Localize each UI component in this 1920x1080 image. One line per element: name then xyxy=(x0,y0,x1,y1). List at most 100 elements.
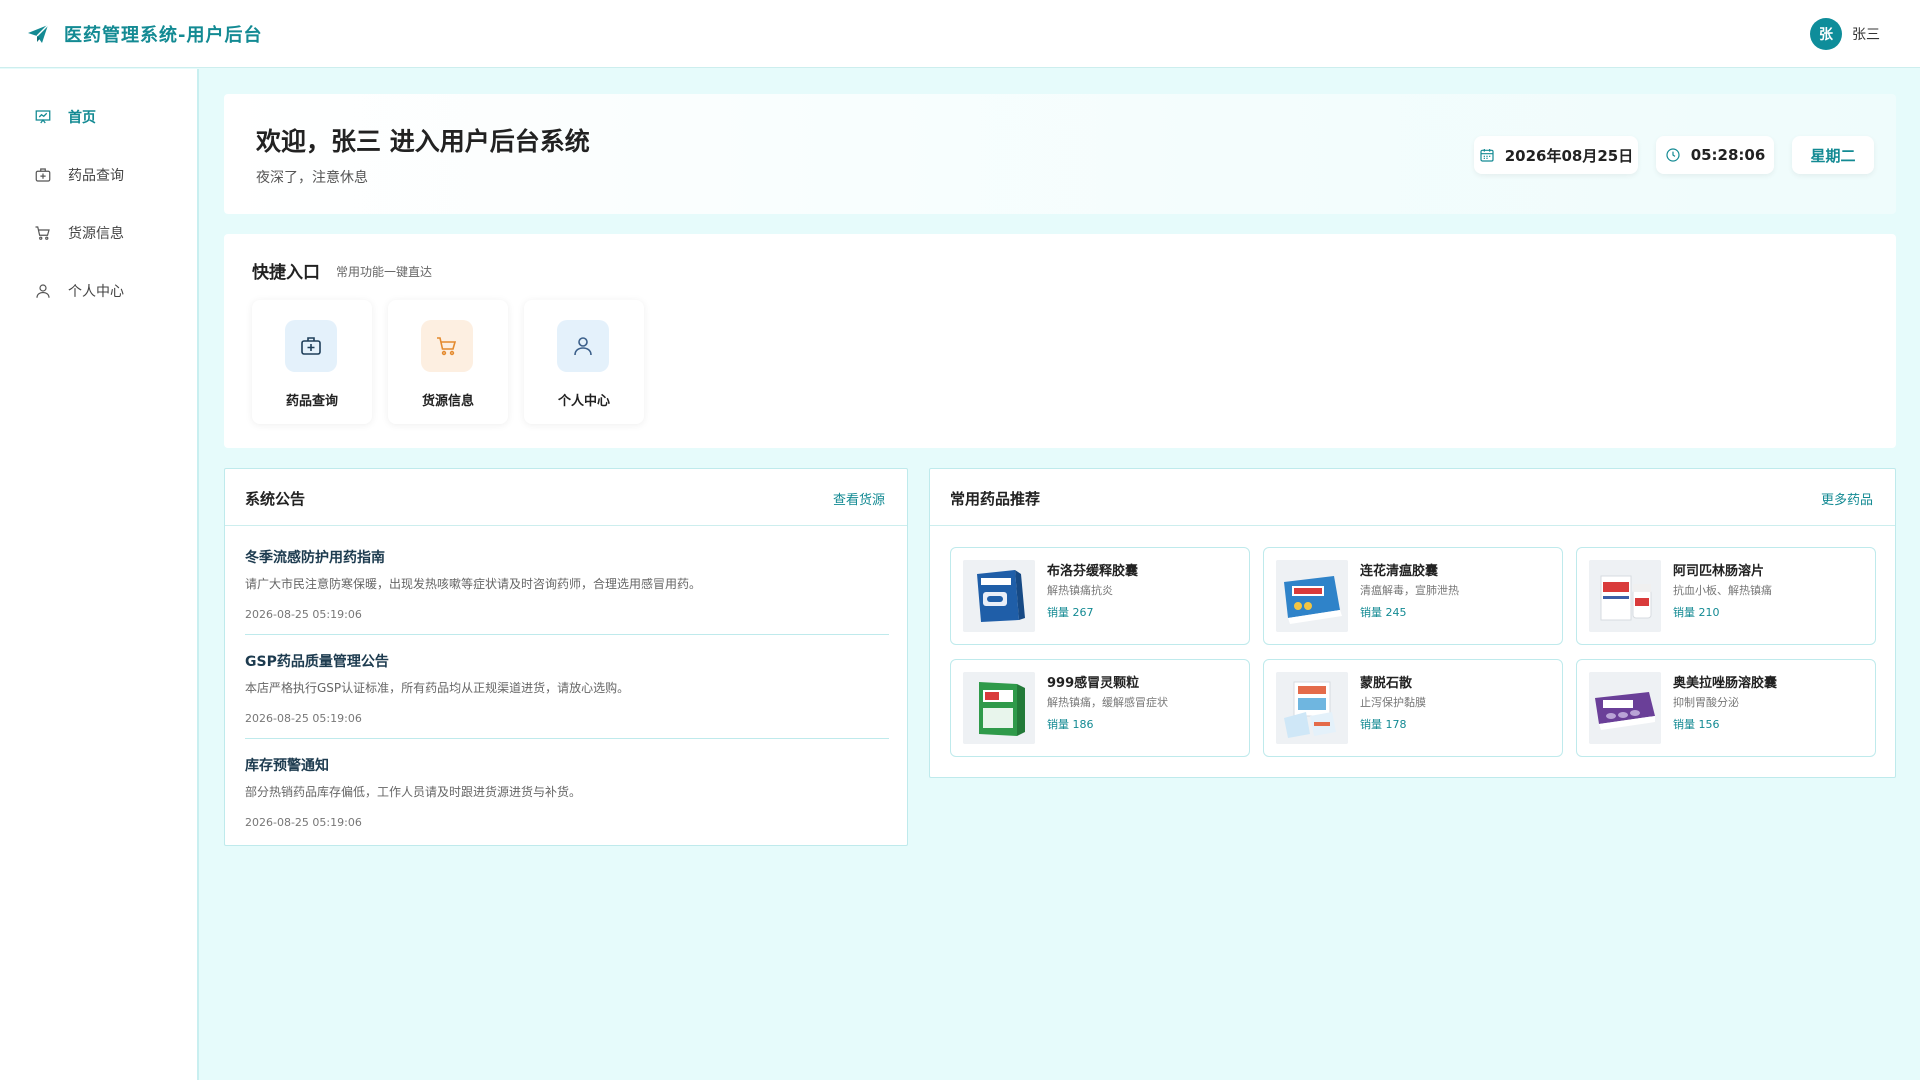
drug-image xyxy=(1589,672,1661,744)
notice-text: 部分热销药品库存偏低，工作人员请及时跟进货源进货与补货。 xyxy=(245,785,582,799)
user-icon xyxy=(36,284,50,298)
drug-name: 999感冒灵颗粒 xyxy=(1047,676,1140,691)
time-badge: 05:28:06 xyxy=(1656,136,1774,174)
view-supply-link[interactable]: 查看货源 xyxy=(833,489,885,508)
drug-sales: 销量 210 xyxy=(1673,606,1720,619)
notice-item[interactable]: 库存预警通知 部分热销药品库存偏低，工作人员请及时跟进货源进货与补货。 2026… xyxy=(245,755,889,829)
welcome-banner: 欢迎，张三 进入用户后台系统 夜深了，注意休息 2026年08月25日 05:2… xyxy=(224,94,1896,214)
quick-profile[interactable]: 个人中心 xyxy=(524,300,644,424)
quick-entry-panel: 快捷入口 常用功能一键直达 药品查询 货源信息 个人中心 xyxy=(224,234,1896,448)
drug-sales: 销量 186 xyxy=(1047,718,1094,731)
drug-name: 布洛芬缓释胶囊 xyxy=(1047,564,1139,579)
notice-panel-header: 系统公告 查看货源 xyxy=(225,469,907,526)
drug-card[interactable]: 阿司匹林肠溶片 抗血小板、解热镇痛 销量 210 xyxy=(1576,547,1876,645)
sidebar-item-home[interactable]: 首页 xyxy=(34,105,96,129)
drug-desc: 抑制胃酸分泌 xyxy=(1673,696,1739,709)
notice-title[interactable]: 库存预警通知 xyxy=(245,755,889,775)
notice-title[interactable]: GSP药品质量管理公告 xyxy=(245,651,889,671)
drug-card[interactable]: 蒙脱石散 止泻保护黏膜 销量 178 xyxy=(1263,659,1563,757)
drug-card[interactable]: 布洛芬缓释胶囊 解热镇痛抗炎 销量 267 xyxy=(950,547,1250,645)
presentation-icon xyxy=(35,110,51,124)
omeprazole-box-image xyxy=(1589,672,1661,744)
medkit-icon xyxy=(301,337,321,355)
drug-name: 奥美拉唑肠溶胶囊 xyxy=(1673,676,1778,691)
notice-item[interactable]: 冬季流感防护用药指南 请广大市民注意防寒保暖，出现发热咳嗽等症状请及时咨询药师，… xyxy=(245,547,889,621)
quick-icon-bg xyxy=(421,320,473,372)
drug-card[interactable]: 连花清瘟胶囊 清瘟解毒，宣肺泄热 销量 245 xyxy=(1263,547,1563,645)
sidebar-item-label: 药品查询 xyxy=(68,168,124,184)
drug-sales: 销量 267 xyxy=(1047,606,1094,619)
ibuprofen-box-image xyxy=(963,560,1035,632)
avatar[interactable]: 张 xyxy=(1810,18,1842,50)
sidebar-item-label: 个人中心 xyxy=(68,284,124,300)
sidebar-item-label: 货源信息 xyxy=(68,226,124,242)
drug-name: 阿司匹林肠溶片 xyxy=(1673,564,1765,579)
drug-desc: 解热镇痛抗炎 xyxy=(1047,584,1113,597)
notice-panel: 系统公告 查看货源 冬季流感防护用药指南 请广大市民注意防寒保暖，出现发热咳嗽等… xyxy=(224,468,908,846)
cart-icon xyxy=(437,337,457,356)
weekday-text: 星期二 xyxy=(1810,146,1856,165)
user-icon xyxy=(574,337,592,356)
drug-panel-title: 常用药品推荐 xyxy=(950,490,1041,508)
drug-image xyxy=(963,672,1035,744)
drug-card[interactable]: 999感冒灵颗粒 解热镇痛，缓解感冒症状 销量 186 xyxy=(950,659,1250,757)
drug-recommend-panel: 常用药品推荐 更多药品 布洛芬缓释胶囊 解热镇痛抗炎 销量 267 连花清瘟胶囊… xyxy=(929,468,1896,778)
cart-icon xyxy=(35,226,50,240)
quick-label: 药品查询 xyxy=(285,394,338,409)
weekday-badge: 星期二 xyxy=(1792,136,1874,174)
quick-entry-subtitle: 常用功能一键直达 xyxy=(336,265,433,279)
quick-entry-title: 快捷入口 xyxy=(252,263,320,283)
notice-item[interactable]: GSP药品质量管理公告 本店严格执行GSP认证标准，所有药品均从正规渠道进货，请… xyxy=(245,651,889,725)
top-header: 医药管理系统-用户后台 张 张三 xyxy=(0,0,1920,68)
quick-drug-search[interactable]: 药品查询 xyxy=(252,300,372,424)
sidebar-item-label: 首页 xyxy=(68,110,96,126)
divider xyxy=(245,634,889,635)
quick-icon-bg xyxy=(285,320,337,372)
user-menu[interactable]: 张 张三 xyxy=(1810,18,1880,50)
drug-desc: 止泻保护黏膜 xyxy=(1360,696,1426,709)
drug-image xyxy=(963,560,1035,632)
drug-desc: 解热镇痛，缓解感冒症状 xyxy=(1047,696,1168,709)
drug-image xyxy=(1276,672,1348,744)
date-badge: 2026年08月25日 xyxy=(1474,136,1638,174)
more-drugs-link[interactable]: 更多药品 xyxy=(1821,489,1873,508)
app-title: 医药管理系统-用户后台 xyxy=(64,24,263,46)
drug-image xyxy=(1589,560,1661,632)
sidebar-item-profile[interactable]: 个人中心 xyxy=(34,279,124,303)
ganmaoling-box-image xyxy=(963,672,1035,744)
notice-time: 2026-08-25 05:19:06 xyxy=(245,608,362,621)
quick-supply-info[interactable]: 货源信息 xyxy=(388,300,508,424)
sidebar: 首页 药品查询 货源信息 个人中心 xyxy=(0,69,199,1080)
medkit-icon xyxy=(35,168,51,182)
paper-plane-icon xyxy=(28,24,49,43)
drug-desc: 清瘟解毒，宣肺泄热 xyxy=(1360,584,1459,597)
quick-label: 个人中心 xyxy=(557,394,610,409)
welcome-title: 欢迎，张三 进入用户后台系统 xyxy=(256,127,590,156)
drug-sales: 销量 156 xyxy=(1673,718,1720,731)
brand[interactable]: 医药管理系统-用户后台 xyxy=(26,21,262,47)
sidebar-item-supply-info[interactable]: 货源信息 xyxy=(34,221,124,245)
montmorillonite-box-image xyxy=(1276,672,1348,744)
welcome-subtitle: 夜深了，注意休息 xyxy=(256,170,368,186)
drug-sales: 销量 245 xyxy=(1360,606,1407,619)
drug-desc: 抗血小板、解热镇痛 xyxy=(1673,584,1772,597)
sidebar-item-drug-search[interactable]: 药品查询 xyxy=(34,163,124,187)
drug-name: 连花清瘟胶囊 xyxy=(1360,564,1439,579)
lianhua-box-image xyxy=(1276,560,1348,632)
quick-icon-bg xyxy=(557,320,609,372)
notice-time: 2026-08-25 05:19:06 xyxy=(245,816,362,829)
notice-text: 请广大市民注意防寒保暖，出现发热咳嗽等症状请及时咨询药师，合理选用感冒用药。 xyxy=(245,577,702,591)
drug-sales: 销量 178 xyxy=(1360,718,1407,731)
clock-icon xyxy=(1666,148,1680,162)
notice-text: 本店严格执行GSP认证标准，所有药品均从正规渠道进货，请放心选购。 xyxy=(245,681,630,695)
notice-time: 2026-08-25 05:19:06 xyxy=(245,712,362,725)
date-text: 2026年08月25日 xyxy=(1504,146,1634,165)
drug-name: 蒙脱石散 xyxy=(1360,676,1413,691)
calendar-icon xyxy=(1480,149,1494,162)
notice-title[interactable]: 冬季流感防护用药指南 xyxy=(245,547,889,567)
drug-card[interactable]: 奥美拉唑肠溶胶囊 抑制胃酸分泌 销量 156 xyxy=(1576,659,1876,757)
divider xyxy=(245,738,889,739)
quick-label: 货源信息 xyxy=(421,394,474,409)
user-name[interactable]: 张三 xyxy=(1852,24,1880,44)
drug-image xyxy=(1276,560,1348,632)
